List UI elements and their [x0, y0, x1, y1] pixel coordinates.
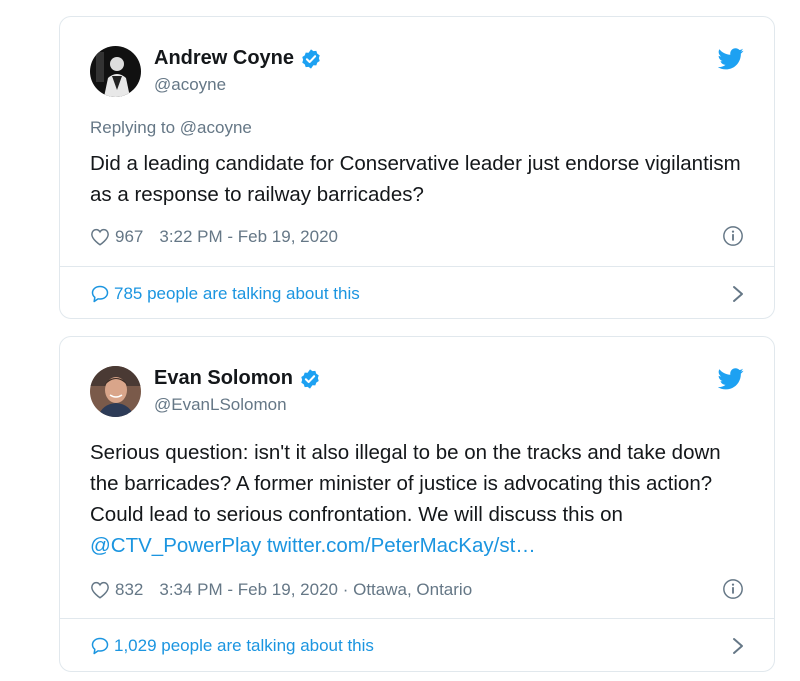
mention-link[interactable]: @CTV_PowerPlay — [90, 534, 261, 557]
author-avatar[interactable] — [90, 46, 141, 97]
info-icon[interactable] — [722, 578, 744, 600]
tweet-text: Serious question: isn't it also illegal … — [90, 437, 744, 561]
author-handle[interactable]: @acoyne — [154, 75, 226, 95]
avatar-bw-photo-icon — [90, 46, 141, 97]
location-separator: · — [337, 580, 354, 599]
verified-badge-icon — [302, 48, 320, 69]
twitter-bird-icon[interactable] — [718, 368, 744, 390]
divider — [60, 266, 774, 267]
verified-badge-icon — [301, 368, 319, 389]
tweet-card[interactable]: Andrew Coyne @acoyne Replying to @acoyne… — [59, 16, 775, 319]
author-name[interactable]: Evan Solomon — [154, 367, 293, 390]
tweet-text: Did a leading candidate for Conservative… — [90, 152, 741, 206]
conversation-link[interactable]: 1,029 people are talking about this — [90, 633, 744, 659]
heart-icon[interactable] — [90, 228, 110, 246]
heart-icon[interactable] — [90, 581, 110, 599]
tweet-meta: 967 3:22 PM - Feb 19, 2020 — [90, 225, 744, 249]
like-count[interactable]: 832 — [115, 580, 143, 600]
tweet-timestamp[interactable]: 3:22 PM - Feb 19, 2020 — [159, 227, 338, 247]
replying-prefix: Replying to — [90, 118, 176, 137]
tweet-text-body: Serious question: isn't it also illegal … — [90, 441, 721, 526]
tweet-timestamp[interactable]: 3:34 PM - Feb 19, 2020 — [159, 580, 338, 600]
like-count[interactable]: 967 — [115, 227, 143, 247]
chevron-right-icon[interactable] — [732, 285, 744, 303]
speech-bubble-icon — [91, 285, 109, 303]
author-avatar[interactable] — [90, 366, 141, 417]
replying-to-mention[interactable]: @acoyne — [180, 118, 252, 137]
speech-bubble-icon — [91, 637, 109, 655]
tweet-location[interactable]: Ottawa, Ontario — [353, 580, 472, 600]
author-handle[interactable]: @EvanLSolomon — [154, 395, 287, 415]
tweet-header: Andrew Coyne @acoyne — [90, 46, 744, 98]
divider — [60, 618, 774, 619]
conversation-link[interactable]: 785 people are talking about this — [90, 281, 744, 307]
avatar-color-photo-icon — [90, 366, 141, 417]
tweet-header: Evan Solomon @EvanLSolomon — [90, 366, 744, 418]
tweet-card[interactable]: Evan Solomon @EvanLSolomon Serious quest… — [59, 336, 775, 672]
chevron-right-icon[interactable] — [732, 637, 744, 655]
url-link[interactable]: twitter.com/PeterMacKay/st… — [267, 534, 536, 557]
tweet-meta: 832 3:34 PM - Feb 19, 2020 · Ottawa, Ont… — [90, 578, 744, 602]
twitter-bird-icon[interactable] — [718, 48, 744, 70]
info-icon[interactable] — [722, 225, 744, 247]
replying-to: Replying to @acoyne — [90, 118, 252, 138]
author-name[interactable]: Andrew Coyne — [154, 47, 294, 70]
talking-count[interactable]: 1,029 people are talking about this — [114, 636, 374, 656]
talking-count[interactable]: 785 people are talking about this — [114, 284, 360, 304]
